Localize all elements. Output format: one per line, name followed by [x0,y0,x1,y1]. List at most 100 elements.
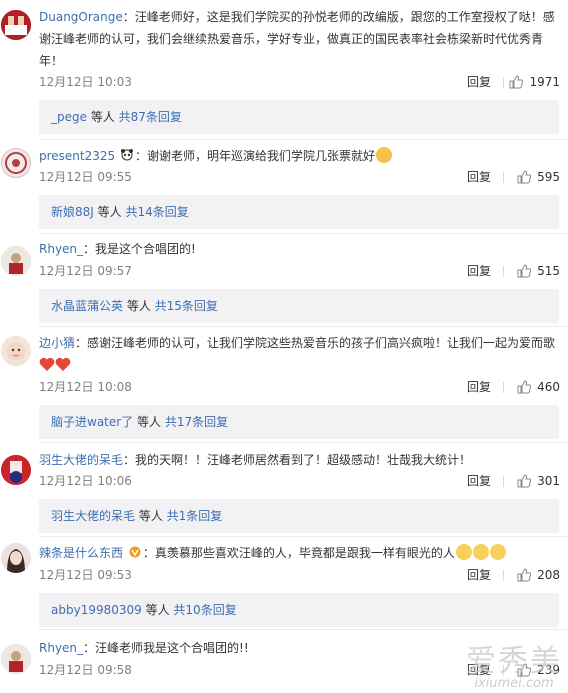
comment-text: ：感谢汪峰老师的认可，让我们学院这些热爱音乐的孩子们高兴疯啦！让我们一起为爱而歌 [75,336,556,350]
meta-divider [503,77,504,88]
comment-meta: 12月12日 10:06 回复 301 [39,472,560,490]
comment-username[interactable]: DuangOrange [39,10,123,24]
replies-summary[interactable]: abby19980309 等人 共10条回复 [39,593,559,627]
like-button[interactable]: 460 [517,378,560,396]
reply-count-link[interactable]: 共15条回复 [155,299,218,313]
divider [39,326,568,327]
divider [39,139,568,140]
like-button[interactable]: 595 [517,168,560,186]
comment-text: ：真羡慕那些喜欢汪峰的人，毕竟都是跟我一样有眼光的人 [142,546,455,560]
reply-separator: 等人 [93,205,126,219]
comment-meta: 12月12日 10:03 回复 1971 [39,73,560,91]
comment-username[interactable]: present2325 [39,149,115,163]
reply-count-link[interactable]: 共1条回复 [167,509,223,523]
comment-time: 12月12日 10:03 [39,75,132,89]
comment-text: ：我是这个合唱团的! [83,242,196,256]
thumbs-up-icon [517,380,532,394]
meta-divider [503,570,504,581]
reply-username[interactable]: 羽生大佬的呆毛 [51,509,135,523]
comment-meta: 12月12日 09:57 回复 515 [39,262,560,280]
like-count: 515 [537,264,560,278]
reply-button[interactable]: 回复 [467,661,491,679]
reply-count-link[interactable]: 共87条回复 [119,110,182,124]
replies-summary[interactable]: 新娘88J 等人 共14条回复 [39,195,559,229]
comment-body: 边小猜：感谢汪峰老师的认可，让我们学院这些热爱音乐的孩子们高兴疯啦！让我们一起为… [39,332,560,376]
reply-separator: 等人 [135,509,167,523]
reply-count-link[interactable]: 共17条回复 [165,415,228,429]
reply-button[interactable]: 回复 [467,378,491,396]
comment-body: Rhyen_：汪峰老师我是这个合唱团的!! [39,637,560,659]
reply-button[interactable]: 回复 [467,472,491,490]
replies-summary[interactable]: 脑子进water了 等人 共17条回复 [39,405,559,439]
comment-body: DuangOrange：汪峰老师好，这是我们学院买的孙悦老师的改编版，跟您的工作… [39,6,560,72]
reply-separator: 等人 [87,110,119,124]
like-count: 301 [537,474,560,488]
reply-username[interactable]: 水晶蓝蒲公英 [51,299,123,313]
comment-meta: 12月12日 09:55 回复 595 [39,168,560,186]
avatar[interactable] [1,543,31,573]
thumbs-up-icon [517,170,532,184]
comment-username[interactable]: 辣条是什么东西 [39,546,123,560]
comment-body: present2325 ：谢谢老师，明年巡演给我们学院几张票就好 [39,145,560,167]
like-button[interactable]: 301 [517,472,560,490]
like-button[interactable]: 239 [517,661,560,679]
cat-emoji-icon [472,544,489,560]
comment-time: 12月12日 10:08 [39,380,132,394]
reply-separator: 等人 [123,299,155,313]
reply-username[interactable]: 脑子进water了 [51,415,133,429]
replies-summary[interactable]: _pege 等人 共87条回复 [39,100,559,134]
thumbs-up-icon [517,474,532,488]
like-button[interactable]: 515 [517,262,560,280]
reply-username[interactable]: abby19980309 [51,603,142,617]
avatar[interactable] [1,246,31,276]
heart-icon [39,357,55,371]
meta-divider [503,172,504,183]
comment-username[interactable]: 边小猜 [39,336,75,350]
like-count: 208 [537,568,560,582]
reply-count-link[interactable]: 共14条回复 [125,205,188,219]
avatar[interactable] [1,336,31,366]
cat-emoji-icon [489,544,506,560]
reply-button[interactable]: 回复 [467,168,491,186]
smile-emoji-icon [376,147,392,163]
comment-time: 12月12日 10:06 [39,474,132,488]
comment-meta: 12月12日 09:53 回复 208 [39,566,560,584]
reply-button[interactable]: 回复 [467,262,491,280]
thumbs-up-icon [509,75,524,89]
avatar[interactable] [1,10,31,40]
comment-body: 辣条是什么东西 ：真羡慕那些喜欢汪峰的人，毕竟都是跟我一样有眼光的人 [39,542,560,564]
replies-summary[interactable]: 羽生大佬的呆毛 等人 共1条回复 [39,499,559,533]
reply-count-link[interactable]: 共10条回复 [173,603,236,617]
comment-text: ：汪峰老师我是这个合唱团的!! [83,641,249,655]
like-button[interactable]: 208 [517,566,560,584]
comment-body: Rhyen_：我是这个合唱团的! [39,238,560,260]
comment-meta: 12月12日 09:58 回复 239 [39,661,560,679]
comment-username[interactable]: Rhyen_ [39,641,83,655]
reply-username[interactable]: _pege [51,110,87,124]
avatar[interactable] [1,455,31,485]
reply-button[interactable]: 回复 [467,73,491,91]
comment-text: ：谢谢老师，明年巡演给我们学院几张票就好 [134,149,375,163]
thumbs-up-icon [517,568,532,582]
comment-meta: 12月12日 10:08 回复 460 [39,378,560,396]
divider [39,629,568,630]
replies-summary[interactable]: 水晶蓝蒲公英 等人 共15条回复 [39,289,559,323]
avatar[interactable] [1,148,31,178]
comment-time: 12月12日 09:57 [39,264,132,278]
comment-time: 12月12日 09:58 [39,663,132,677]
avatar[interactable] [1,644,31,674]
reply-button[interactable]: 回复 [467,566,491,584]
like-count: 460 [537,380,560,394]
divider [39,536,568,537]
reply-username[interactable]: 新娘88J [51,205,94,219]
meta-divider [503,665,504,676]
comment-time: 12月12日 09:53 [39,568,132,582]
comment-username[interactable]: Rhyen_ [39,242,83,256]
comment-username[interactable]: 羽生大佬的呆毛 [39,453,123,467]
like-count: 1971 [529,75,560,89]
heart-icon [55,357,71,371]
meta-divider [503,382,504,393]
like-button[interactable]: 1971 [509,73,560,91]
meta-divider [503,266,504,277]
divider [39,233,568,234]
